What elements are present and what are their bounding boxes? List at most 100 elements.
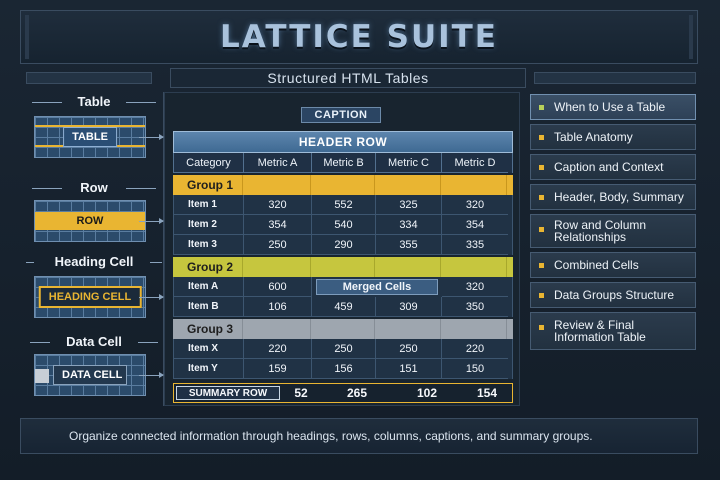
table-row: Item A 600 Merged Cells 320 xyxy=(173,277,513,297)
group-label: Group 3 xyxy=(173,319,243,339)
menu-item-caption-context[interactable]: Caption and Context xyxy=(530,154,696,180)
table-preview-panel: CAPTION HEADER ROW Category Metric A Met… xyxy=(164,92,520,406)
merged-cell: Merged Cells xyxy=(316,279,438,295)
summary-row: SUMMARY ROW 52 265 102 154 xyxy=(173,383,513,403)
data-cell: 334 xyxy=(376,215,442,235)
group-row: Group 3 xyxy=(173,319,513,339)
sample-table: HEADER ROW Category Metric A Metric B Me… xyxy=(173,131,513,403)
topic-menu: When to Use a Table Table Anatomy Captio… xyxy=(530,92,698,406)
heading-cell-tag: HEADING CELL xyxy=(38,286,142,308)
row-label: Item B xyxy=(174,297,244,317)
column-header[interactable]: Metric A xyxy=(244,153,312,173)
app-title: LATTICE SUITE xyxy=(220,19,498,55)
menu-item-when-to-use[interactable]: When to Use a Table xyxy=(530,94,696,120)
menu-item-review-final[interactable]: Review & Final Information Table xyxy=(530,312,696,350)
arrow-icon xyxy=(139,294,164,300)
group-row: Group 2 xyxy=(173,257,513,277)
menu-item-table-anatomy[interactable]: Table Anatomy xyxy=(530,124,696,150)
caption-tab[interactable]: CAPTION xyxy=(301,107,381,123)
table-row: Item B 106 459 309 350 xyxy=(173,297,513,317)
data-cell: 335 xyxy=(442,235,508,255)
row-tag: ROW xyxy=(35,212,145,230)
legend-label-data-cell: Data Cell xyxy=(66,334,122,349)
title-bar: LATTICE SUITE xyxy=(20,10,698,64)
legend-panel: Table TABLE Row ROW Heading Cell HEADING… xyxy=(24,92,164,406)
summary-label: SUMMARY ROW xyxy=(176,386,280,400)
table-row: Item Y 159 156 151 150 xyxy=(173,359,513,379)
data-cell: 220 xyxy=(442,339,508,359)
data-cell: 320 xyxy=(244,195,312,215)
bullet-icon xyxy=(539,292,544,298)
table-row: Item 3 250 290 355 335 xyxy=(173,235,513,255)
table-row: Item X 220 250 250 220 xyxy=(173,339,513,359)
row-label: Item 3 xyxy=(174,235,244,255)
column-header[interactable]: Metric B xyxy=(312,153,376,173)
bullet-icon xyxy=(539,227,544,232)
arrow-icon xyxy=(139,372,164,378)
column-header[interactable]: Metric C xyxy=(376,153,442,173)
bullet-icon xyxy=(539,194,544,200)
footer-bar: Organize connected information through h… xyxy=(20,418,698,454)
data-cell: 350 xyxy=(442,297,508,317)
data-cell-thumbnail: DATA CELL xyxy=(34,354,164,396)
bullet-icon xyxy=(539,134,544,140)
data-cell: 459 xyxy=(312,297,376,317)
row-label: Item Y xyxy=(174,359,244,379)
row-label: Item 2 xyxy=(174,215,244,235)
summary-value: 102 xyxy=(416,386,438,400)
menu-item-combined-cells[interactable]: Combined Cells xyxy=(530,252,696,278)
column-header[interactable]: Metric D xyxy=(442,153,508,173)
page-subtitle: Structured HTML Tables xyxy=(170,68,526,88)
data-cell: 250 xyxy=(244,235,312,255)
column-header-row: Category Metric A Metric B Metric C Metr… xyxy=(173,153,513,173)
data-cell: 150 xyxy=(442,359,508,379)
data-cell: 250 xyxy=(312,339,376,359)
bullet-icon xyxy=(539,325,544,330)
row-label: Item A xyxy=(174,277,244,297)
footer-text: Organize connected information through h… xyxy=(69,429,593,443)
data-cell-tag: DATA CELL xyxy=(53,365,127,385)
group-row: Group 1 xyxy=(173,175,513,195)
legend-label-row: Row xyxy=(80,180,108,195)
data-cell: 325 xyxy=(376,195,442,215)
table-tag: TABLE xyxy=(63,127,117,147)
summary-value: 154 xyxy=(476,386,498,400)
bullet-icon xyxy=(539,164,544,170)
data-cell: 159 xyxy=(244,359,312,379)
menu-item-row-column-relationships[interactable]: Row and Column Relationships xyxy=(530,214,696,248)
bullet-icon xyxy=(539,104,544,110)
menu-item-data-groups[interactable]: Data Groups Structure xyxy=(530,282,696,308)
data-cell: 250 xyxy=(376,339,442,359)
arrow-icon xyxy=(139,218,164,224)
table-row: Item 1 320 552 325 320 xyxy=(173,195,513,215)
table-thumbnail: TABLE xyxy=(34,116,164,158)
data-cell: 354 xyxy=(244,215,312,235)
app-frame: LATTICE SUITE Structured HTML Tables Tab… xyxy=(0,0,720,480)
arrow-icon xyxy=(139,134,164,140)
data-cell: 320 xyxy=(442,277,508,297)
column-header[interactable]: Category xyxy=(174,153,244,173)
subtitle-rail-right xyxy=(534,72,696,84)
group-label: Group 1 xyxy=(173,175,243,195)
summary-value: 52 xyxy=(294,386,308,400)
subtitle-rail-left xyxy=(26,72,152,84)
row-label: Item 1 xyxy=(174,195,244,215)
data-cell: 220 xyxy=(244,339,312,359)
row-thumbnail: ROW xyxy=(34,200,164,242)
data-cell: 355 xyxy=(376,235,442,255)
table-row: Item 2 354 540 334 354 xyxy=(173,215,513,235)
data-cell: 151 xyxy=(376,359,442,379)
data-cell: 309 xyxy=(376,297,442,317)
data-cell: 156 xyxy=(312,359,376,379)
legend-label-heading-cell: Heading Cell xyxy=(54,254,134,269)
menu-item-header-body-summary[interactable]: Header, Body, Summary xyxy=(530,184,696,210)
row-label: Item X xyxy=(174,339,244,359)
data-cell: 552 xyxy=(312,195,376,215)
data-cell: 106 xyxy=(244,297,312,317)
summary-value: 265 xyxy=(346,386,368,400)
group-label: Group 2 xyxy=(173,257,243,277)
legend-label-table: Table xyxy=(77,94,111,109)
heading-cell-thumbnail: HEADING CELL xyxy=(34,276,164,318)
data-cell: 354 xyxy=(442,215,508,235)
data-cell: 540 xyxy=(312,215,376,235)
